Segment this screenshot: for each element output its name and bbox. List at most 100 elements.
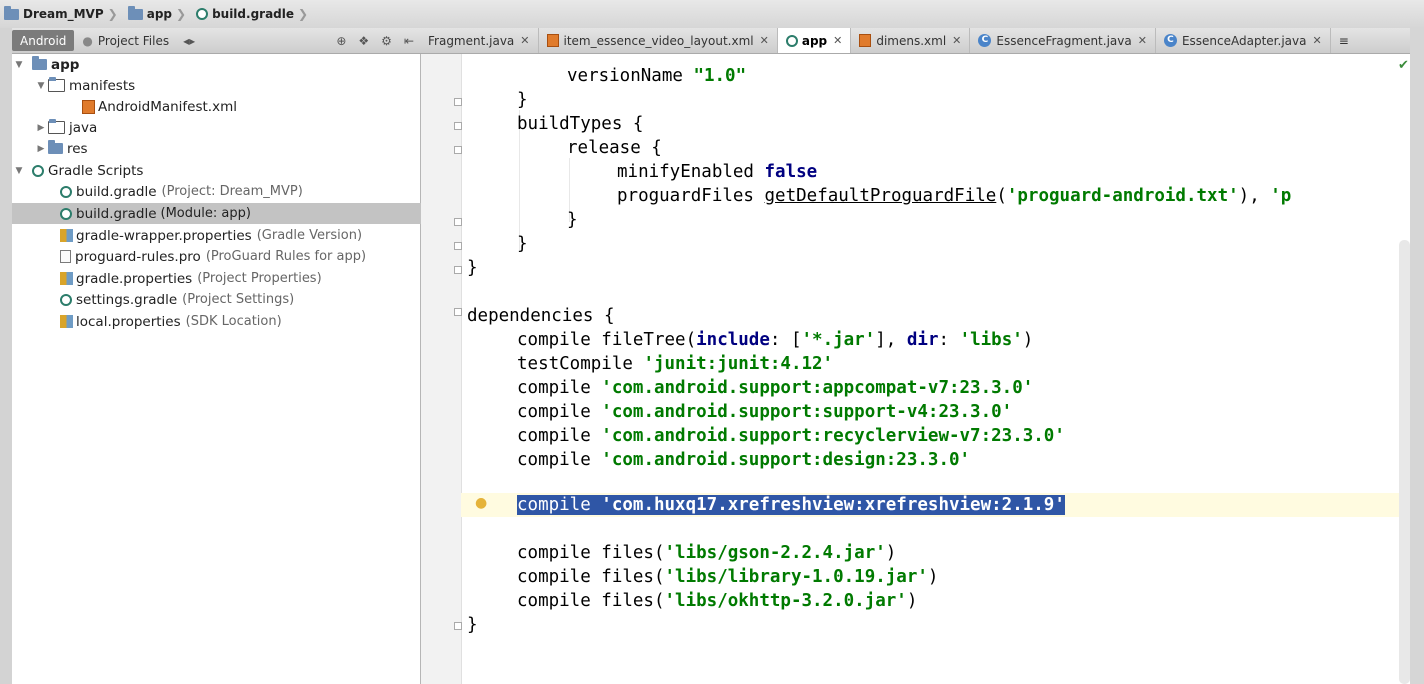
code-line: compile 'com.android.support:support-v4:… bbox=[517, 402, 1013, 422]
fold-marker-icon[interactable] bbox=[454, 98, 462, 106]
class-icon: C bbox=[978, 34, 992, 47]
tab-overflow-menu[interactable]: ≡ bbox=[1331, 28, 1357, 53]
close-icon[interactable]: ✕ bbox=[520, 34, 529, 47]
code-line: dependencies { bbox=[467, 306, 615, 326]
code-line: release { bbox=[567, 138, 662, 158]
fold-marker-icon[interactable] bbox=[454, 122, 462, 130]
close-icon[interactable]: ✕ bbox=[760, 34, 769, 47]
folder-icon bbox=[4, 5, 19, 20]
android-view-tab[interactable]: Android bbox=[12, 30, 75, 51]
expand-arrow-icon[interactable]: ▼ bbox=[12, 60, 26, 70]
arrows-icon[interactable]: ◂▸ bbox=[183, 34, 195, 48]
tree-res[interactable]: ▶ res bbox=[12, 138, 442, 159]
fold-marker-icon[interactable] bbox=[454, 146, 462, 154]
code-line: compile files('libs/okhttp-3.2.0.jar') bbox=[517, 591, 918, 611]
close-icon[interactable]: ✕ bbox=[833, 34, 842, 47]
menu-icon: ≡ bbox=[1338, 33, 1349, 48]
tree-android-manifest[interactable]: AndroidManifest.xml bbox=[12, 96, 490, 117]
gradle-icon bbox=[196, 8, 209, 20]
close-icon[interactable]: ✕ bbox=[1138, 34, 1147, 47]
tree-gradle-wrapper[interactable]: gradle-wrapper.properties (Gradle Version… bbox=[12, 225, 468, 246]
code-line: compile 'com.android.support:design:23.3… bbox=[517, 450, 971, 470]
project-tree: ▼ app ▼ manifests AndroidManifest.xml ▶ jav… bbox=[12, 54, 468, 684]
xml-file-icon bbox=[546, 34, 559, 47]
gear-icon[interactable]: ⚙ bbox=[381, 34, 392, 48]
fold-marker-icon[interactable] bbox=[454, 308, 462, 316]
tab-essence-adapter[interactable]: C EssenceAdapter.java ✕ bbox=[1156, 28, 1331, 53]
close-icon[interactable]: ✕ bbox=[952, 34, 961, 47]
code-line: } bbox=[517, 234, 528, 254]
selected-code-line[interactable]: compile 'com.huxq17.xrefreshview:xrefres… bbox=[467, 493, 1065, 517]
code-line: } bbox=[467, 258, 478, 278]
fold-marker-icon[interactable] bbox=[454, 622, 462, 630]
project-toolbar: Android ● Project Files ◂▸ ⊕ ❖ ⚙ ⇤ bbox=[12, 28, 420, 54]
tab-app-gradle[interactable]: app ✕ bbox=[777, 28, 852, 53]
breadcrumb-project[interactable]: Dream_MVP ❯ bbox=[0, 3, 124, 25]
code-line: } bbox=[517, 90, 528, 110]
properties-file-icon bbox=[60, 315, 73, 328]
collapse-arrow-icon[interactable]: ▶ bbox=[34, 144, 48, 154]
breadcrumb-build-gradle[interactable]: build.gradle ❯ bbox=[192, 3, 314, 25]
xml-file-icon bbox=[859, 34, 872, 47]
folder-icon bbox=[48, 140, 63, 154]
code-line: proguardFiles getDefaultProguardFile('pr… bbox=[617, 186, 1292, 206]
tree-java[interactable]: ▶ java bbox=[12, 117, 442, 138]
module-folder-icon bbox=[32, 56, 47, 70]
breadcrumb-app[interactable]: app ❯ bbox=[124, 3, 192, 25]
check-icon: ✔ bbox=[1398, 58, 1409, 73]
class-icon: C bbox=[1163, 34, 1177, 47]
code-line: compile 'com.android.support:recyclervie… bbox=[517, 426, 1065, 446]
tree-local-properties[interactable]: local.properties (SDK Location) bbox=[12, 311, 468, 332]
tab-item-essence-video-layout[interactable]: item_essence_video_layout.xml ✕ bbox=[539, 28, 778, 53]
gradle-icon bbox=[60, 185, 72, 198]
tree-gradle-properties[interactable]: gradle.properties (Project Properties) bbox=[12, 268, 468, 289]
tab-fragment-java[interactable]: Fragment.java ✕ bbox=[420, 28, 539, 53]
text-file-icon bbox=[60, 250, 71, 263]
code-line: compile files('libs/library-1.0.19.jar') bbox=[517, 567, 939, 587]
project-files-tab[interactable]: ● Project Files bbox=[74, 30, 177, 51]
code-line: } bbox=[567, 210, 578, 230]
fold-marker-icon[interactable] bbox=[454, 266, 462, 274]
close-icon[interactable]: ✕ bbox=[1312, 34, 1321, 47]
hide-icon[interactable]: ⇤ bbox=[404, 34, 414, 48]
tree-proguard-rules[interactable]: proguard-rules.pro (ProGuard Rules for ap… bbox=[12, 246, 468, 267]
tree-settings-gradle[interactable]: settings.gradle (Project Settings) bbox=[12, 289, 468, 310]
tree-manifests[interactable]: ▼ manifests bbox=[12, 75, 442, 96]
code-line: buildTypes { bbox=[517, 114, 644, 134]
code-editor[interactable]: ● ✔ versionName "1.0" } buildTypes { rel… bbox=[421, 54, 1410, 684]
fold-marker-icon[interactable] bbox=[454, 242, 462, 250]
globe-icon: ● bbox=[82, 33, 93, 48]
code-line: versionName "1.0" bbox=[567, 66, 747, 86]
properties-file-icon bbox=[60, 229, 73, 242]
properties-file-icon bbox=[60, 272, 73, 285]
folder-icon bbox=[48, 119, 65, 134]
tree-app[interactable]: ▼ app bbox=[12, 54, 420, 75]
target-icon[interactable]: ⊕ bbox=[336, 34, 346, 48]
navigation-breadcrumb: Dream_MVP ❯ app ❯ build.gradle ❯ bbox=[0, 0, 1424, 29]
expand-arrow-icon[interactable]: ▼ bbox=[34, 81, 48, 91]
expand-arrow-icon[interactable]: ▼ bbox=[12, 166, 26, 176]
tree-build-gradle-project[interactable]: build.gradle (Project: Dream_MVP) bbox=[12, 181, 468, 202]
xml-file-icon bbox=[82, 99, 95, 114]
collapse-arrow-icon[interactable]: ▶ bbox=[34, 123, 48, 133]
code-line: minifyEnabled false bbox=[617, 162, 818, 182]
code-line: compile files('libs/gson-2.2.4.jar') bbox=[517, 543, 897, 563]
gradle-icon bbox=[60, 293, 72, 306]
tree-gradle-scripts[interactable]: ▼ Gradle Scripts bbox=[12, 160, 420, 181]
code-line: compile fileTree(include: ['*.jar'], dir… bbox=[517, 330, 1034, 350]
gradle-icon bbox=[785, 34, 798, 47]
tree-build-gradle-module[interactable]: build.gradle (Module: app) bbox=[12, 203, 468, 224]
tab-dimens-xml[interactable]: dimens.xml ✕ bbox=[851, 28, 971, 53]
gradle-icon bbox=[60, 207, 72, 220]
gradle-icon bbox=[32, 164, 44, 177]
right-tool-strip[interactable] bbox=[1409, 28, 1424, 684]
code-line: compile 'com.android.support:appcompat-v… bbox=[517, 378, 1034, 398]
vertical-scrollbar[interactable] bbox=[1399, 240, 1410, 684]
code-line: } bbox=[467, 615, 478, 635]
collapse-icon[interactable]: ❖ bbox=[358, 34, 369, 48]
folder-icon bbox=[127, 5, 143, 20]
tab-essence-fragment[interactable]: C EssenceFragment.java ✕ bbox=[970, 28, 1156, 53]
folder-icon bbox=[48, 77, 65, 92]
editor-tabs: Fragment.java ✕ item_essence_video_layout… bbox=[420, 28, 1410, 54]
fold-marker-icon[interactable] bbox=[454, 218, 462, 226]
